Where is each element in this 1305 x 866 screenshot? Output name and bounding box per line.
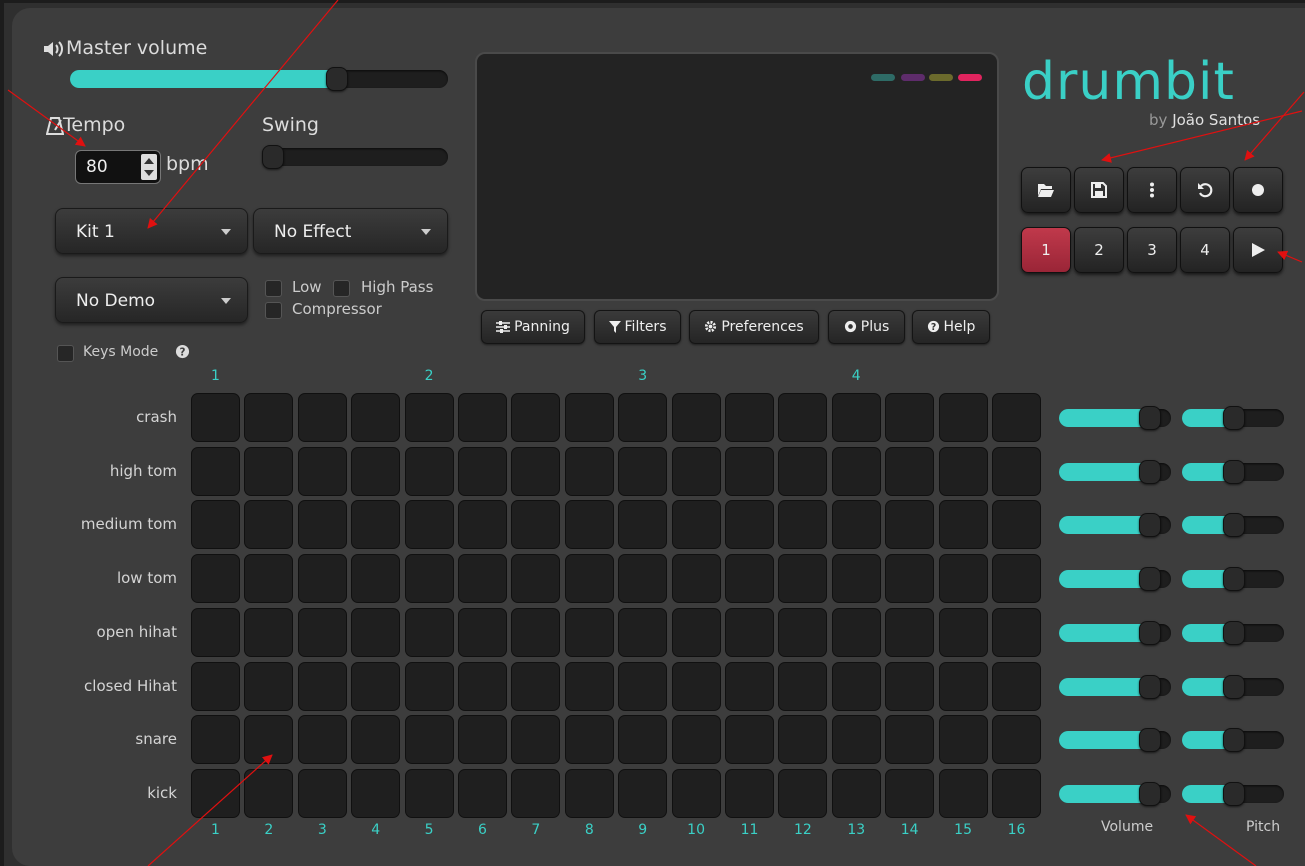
annotation-arrow [1101, 110, 1303, 163]
annotation-arrow [7, 89, 86, 147]
annotation-arrow [1277, 250, 1303, 263]
annotation-arrows [7, 0, 1305, 866]
annotation-arrow [147, 754, 273, 866]
annotation-arrow [1244, 91, 1305, 161]
annotation-arrow [1185, 814, 1257, 866]
annotation-arrow [147, 0, 339, 229]
